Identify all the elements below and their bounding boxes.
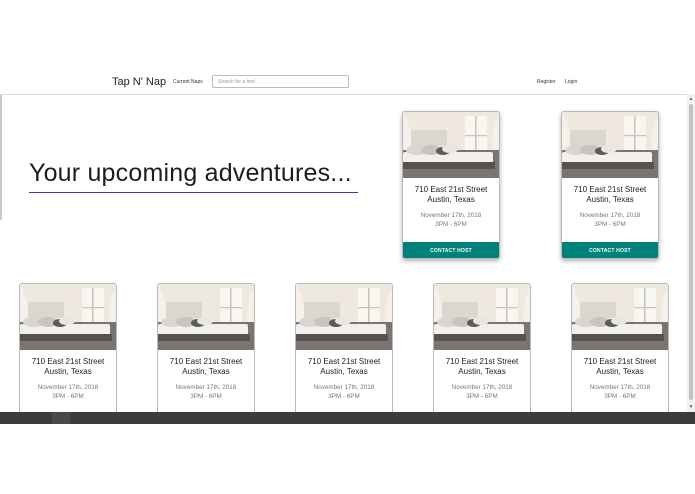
card-schedule: November 17th, 2018 3PM - 6PM: [572, 383, 668, 401]
card-street: 710 East 21st Street: [573, 185, 647, 194]
card-date: November 17th, 2018: [451, 384, 513, 391]
card-street: 710 East 21st Street: [169, 357, 243, 366]
booking-card: 710 East 21st Street Austin, Texas Novem…: [433, 283, 531, 414]
card-date: November 17th, 2018: [313, 384, 375, 391]
scroll-up-arrow-icon[interactable]: ▲: [687, 96, 695, 102]
card-date: November 17th, 2018: [175, 384, 237, 391]
card-city: Austin, Texas: [596, 367, 644, 376]
card-address: 710 East 21st Street Austin, Texas: [403, 185, 499, 205]
card-city: Austin, Texas: [182, 367, 230, 376]
card-address: 710 East 21st Street Austin, Texas: [158, 357, 254, 377]
bed-photo: [572, 284, 668, 350]
card-schedule: November 17th, 2018 3PM - 6PM: [403, 211, 499, 229]
card-schedule: November 17th, 2018 3PM - 6PM: [434, 383, 530, 401]
card-time: 3PM - 6PM: [435, 221, 467, 228]
top-navbar: Tap N' Nap Current Naps Register Login: [0, 70, 687, 95]
card-schedule: November 17th, 2018 3PM - 6PM: [20, 383, 116, 401]
vertical-scrollbar[interactable]: ▲ ▼: [687, 94, 695, 412]
card-city: Austin, Texas: [320, 367, 368, 376]
brand-logo[interactable]: Tap N' Nap: [112, 76, 166, 88]
card-address: 710 East 21st Street Austin, Texas: [296, 357, 392, 377]
taskbar: [0, 412, 695, 424]
bed-photo: [296, 284, 392, 350]
card-city: Austin, Texas: [458, 367, 506, 376]
card-date: November 17th, 2018: [420, 212, 482, 219]
card-city: Austin, Texas: [427, 195, 475, 204]
card-date: November 17th, 2018: [37, 384, 99, 391]
card-address: 710 East 21st Street Austin, Texas: [562, 185, 658, 205]
browser-viewport: Tap N' Nap Current Naps Register Login ▲…: [0, 70, 695, 424]
card-time: 3PM - 6PM: [466, 393, 498, 400]
scrollbar-thumb[interactable]: [689, 104, 693, 400]
page-title: Your upcoming adventures...: [29, 159, 352, 187]
card-street: 710 East 21st Street: [583, 357, 657, 366]
nav-link-register[interactable]: Register: [537, 79, 556, 85]
bed-photo: [434, 284, 530, 350]
booking-card: 710 East 21st Street Austin, Texas Novem…: [295, 283, 393, 414]
booking-card: 710 East 21st Street Austin, Texas Novem…: [157, 283, 255, 414]
card-date: November 17th, 2018: [579, 212, 641, 219]
card-city: Austin, Texas: [586, 195, 634, 204]
card-date: November 17th, 2018: [589, 384, 651, 391]
booking-card: 710 East 21st Street Austin, Texas Novem…: [19, 283, 117, 414]
bed-photo: [20, 284, 116, 350]
card-schedule: November 17th, 2018 3PM - 6PM: [296, 383, 392, 401]
booking-card: 710 East 21st Street Austin, Texas Novem…: [571, 283, 669, 414]
card-schedule: November 17th, 2018 3PM - 6PM: [158, 383, 254, 401]
bed-photo: [562, 112, 658, 178]
bed-photo: [158, 284, 254, 350]
contact-host-button[interactable]: CONTACT HOST: [562, 242, 658, 258]
card-time: 3PM - 6PM: [52, 393, 84, 400]
card-city: Austin, Texas: [44, 367, 92, 376]
card-street: 710 East 21st Street: [307, 357, 381, 366]
card-time: 3PM - 6PM: [604, 393, 636, 400]
booking-card: 710 East 21st Street Austin, Texas Novem…: [561, 111, 659, 259]
nav-link-current-naps[interactable]: Current Naps: [173, 79, 203, 85]
card-address: 710 East 21st Street Austin, Texas: [572, 357, 668, 377]
card-time: 3PM - 6PM: [328, 393, 360, 400]
nav-link-login[interactable]: Login: [565, 79, 577, 85]
card-time: 3PM - 6PM: [190, 393, 222, 400]
booking-card: 710 East 21st Street Austin, Texas Novem…: [402, 111, 500, 259]
search-input[interactable]: [212, 75, 349, 88]
card-street: 710 East 21st Street: [445, 357, 519, 366]
card-street: 710 East 21st Street: [414, 185, 488, 194]
card-address: 710 East 21st Street Austin, Texas: [434, 357, 530, 377]
card-address: 710 East 21st Street Austin, Texas: [20, 357, 116, 377]
taskbar-item[interactable]: [52, 412, 70, 424]
card-schedule: November 17th, 2018 3PM - 6PM: [562, 211, 658, 229]
bed-photo: [403, 112, 499, 178]
title-underline: [29, 192, 358, 193]
card-street: 710 East 21st Street: [31, 357, 105, 366]
scroll-down-arrow-icon[interactable]: ▼: [687, 404, 695, 410]
card-time: 3PM - 6PM: [594, 221, 626, 228]
contact-host-button[interactable]: CONTACT HOST: [403, 242, 499, 258]
